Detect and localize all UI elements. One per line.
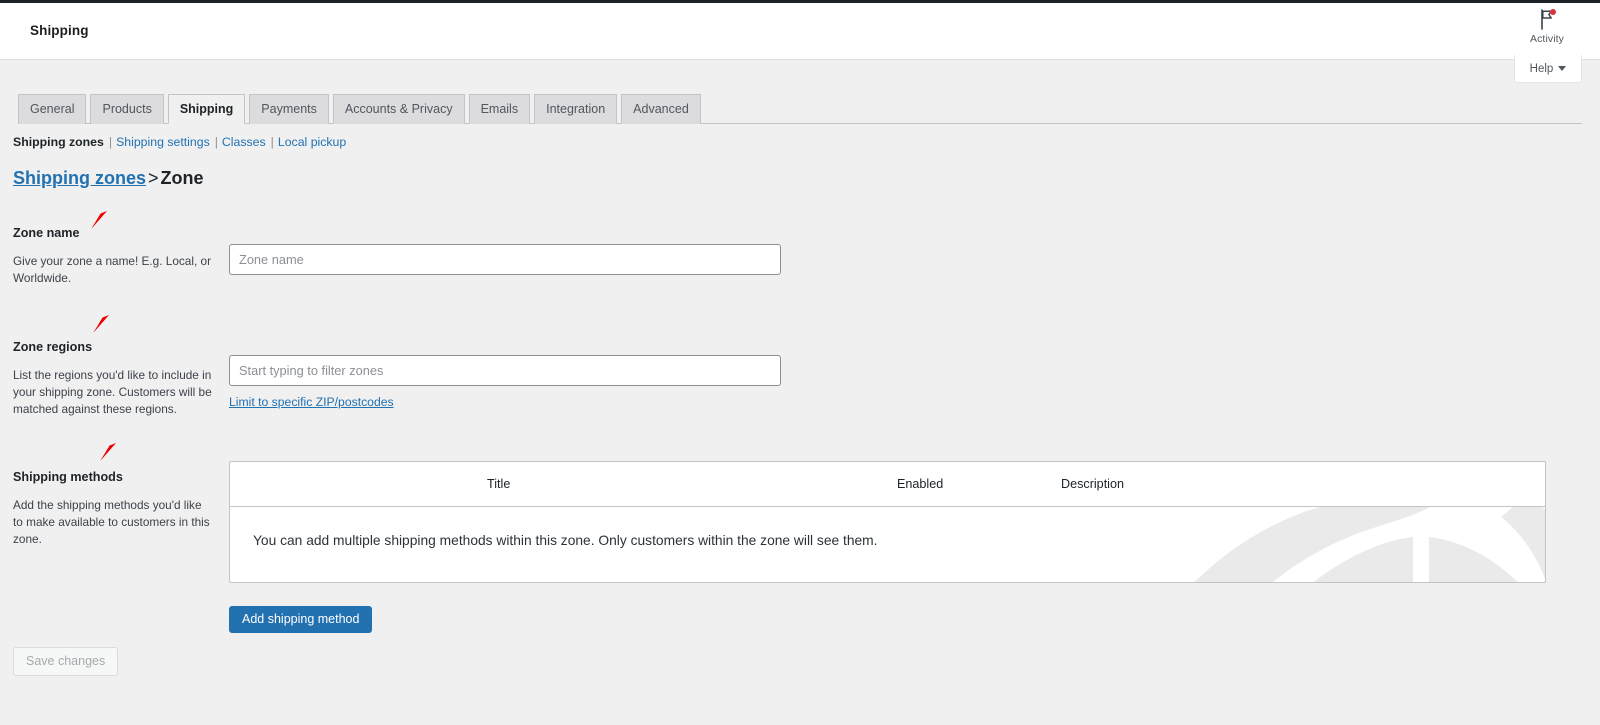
- zone-regions-description: List the regions you'd like to include i…: [13, 368, 212, 417]
- shipping-subnav: Shipping zones | Shipping settings | Cla…: [13, 135, 346, 149]
- app-header: Shipping Activity: [0, 3, 1600, 60]
- tab-accounts-privacy[interactable]: Accounts & Privacy: [332, 94, 465, 124]
- tab-payments[interactable]: Payments: [249, 94, 329, 124]
- activity-button[interactable]: Activity: [1518, 8, 1576, 45]
- shipping-methods-label: Shipping methods: [13, 470, 123, 484]
- zone-regions-label: Zone regions: [13, 340, 93, 354]
- subnav-separator-2: |: [214, 135, 218, 149]
- add-shipping-method-button[interactable]: Add shipping method: [229, 606, 373, 633]
- subnav-item-shipping-zones[interactable]: Shipping zones: [13, 135, 104, 149]
- activity-label: Activity: [1529, 33, 1565, 45]
- shipping-methods-table: Title Enabled Description You can add mu…: [229, 461, 1546, 583]
- zone-name-description: Give your zone a name! E.g. Local, or Wo…: [13, 254, 212, 286]
- table-empty-message: You can add multiple shipping methods wi…: [253, 533, 878, 548]
- flag-icon: [1537, 8, 1557, 32]
- tab-products[interactable]: Products: [90, 94, 164, 124]
- woocommerce-logo-watermark-icon: [1194, 507, 1545, 582]
- table-header-row: Title Enabled Description: [230, 462, 1545, 507]
- woocommerce-shipping-zone-page: Shipping Activity Help General Products …: [0, 0, 1600, 725]
- table-body-empty: You can add multiple shipping methods wi…: [230, 507, 1545, 582]
- subnav-separator-3: |: [270, 135, 274, 149]
- help-label: Help: [1529, 62, 1554, 75]
- settings-tabs: General Products Shipping Payments Accou…: [18, 94, 1582, 124]
- save-changes-button[interactable]: Save changes: [13, 647, 119, 676]
- limit-zip-postcodes-link[interactable]: Limit to specific ZIP/postcodes: [229, 395, 394, 409]
- page-title: Shipping: [30, 23, 89, 38]
- red-arrow-marker-zone-regions: [93, 315, 109, 333]
- table-column-description: Description: [1061, 477, 1124, 491]
- zone-regions-input[interactable]: [229, 355, 781, 386]
- zone-name-label: Zone name: [13, 226, 80, 240]
- activity-badge-dot: [1550, 9, 1556, 15]
- table-column-enabled: Enabled: [897, 477, 944, 491]
- table-column-title: Title: [487, 477, 511, 491]
- tab-integration[interactable]: Integration: [534, 94, 618, 124]
- chevron-down-icon: [1558, 66, 1567, 71]
- breadcrumb-link-shipping-zones[interactable]: Shipping zones: [13, 168, 146, 188]
- tab-general[interactable]: General: [18, 94, 87, 124]
- subnav-item-shipping-settings[interactable]: Shipping settings: [116, 135, 210, 149]
- subnav-item-classes[interactable]: Classes: [222, 135, 266, 149]
- subnav-item-local-pickup[interactable]: Local pickup: [278, 135, 346, 149]
- subnav-separator-1: |: [108, 135, 113, 149]
- help-button[interactable]: Help: [1514, 55, 1582, 83]
- red-arrow-marker-shipping-methods: [100, 443, 116, 461]
- shipping-methods-description: Add the shipping methods you'd like to m…: [13, 498, 210, 547]
- tab-advanced[interactable]: Advanced: [621, 94, 701, 124]
- zone-name-input[interactable]: [229, 244, 781, 275]
- tab-shipping[interactable]: Shipping: [167, 94, 246, 124]
- breadcrumb-current: Zone: [160, 168, 204, 188]
- breadcrumb: Shipping zones > Zone: [13, 168, 204, 189]
- tab-emails[interactable]: Emails: [468, 94, 531, 124]
- breadcrumb-separator: >: [148, 168, 159, 188]
